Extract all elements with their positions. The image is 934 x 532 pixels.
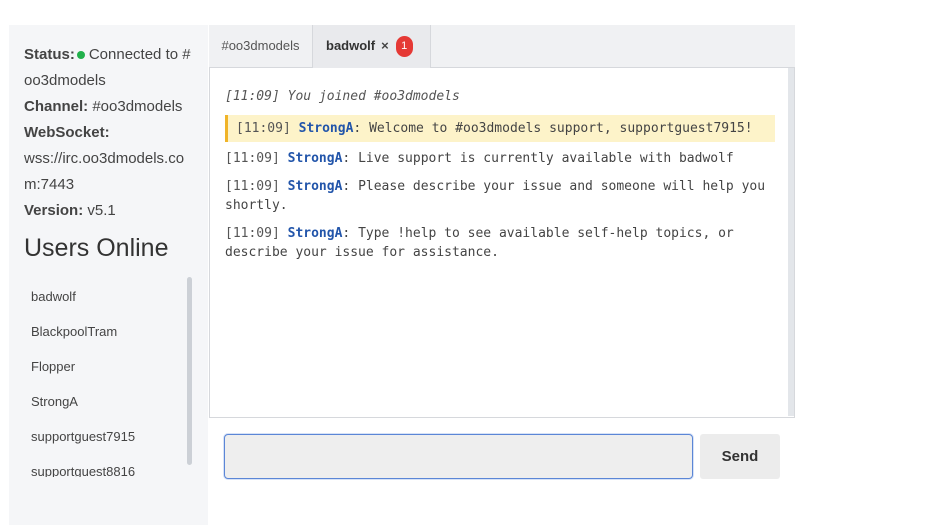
users-scrollbar[interactable] [187, 277, 192, 465]
status-online-icon [76, 50, 85, 59]
tab-bar: #oo3dmodels badwolf × 1 [209, 25, 795, 68]
users-online-title: Users Online [24, 234, 169, 262]
message-timestamp: [11:09] [225, 89, 280, 104]
message-nick[interactable]: StrongA [299, 121, 354, 136]
channel-label: Channel: [24, 98, 89, 115]
websocket-value: wss://irc.oo3dmodels.com:7443 [24, 150, 185, 193]
message: [11:09] StrongA: Type !help to see avail… [225, 224, 775, 262]
message: [11:09] StrongA: Please describe your is… [225, 177, 775, 215]
channel-row: Channel: #oo3dmodels [24, 94, 194, 120]
user-item[interactable]: BlackpoolTram [9, 314, 194, 349]
tab-label: #oo3dmodels [221, 38, 300, 53]
user-item[interactable]: StrongA [9, 384, 194, 419]
status-row: Status: Connected to #oo3dmodels [24, 42, 194, 94]
connection-info: Status: Connected to #oo3dmodels Channel:… [24, 42, 208, 224]
message-nick[interactable]: StrongA [288, 151, 343, 166]
channel-value: #oo3dmodels [92, 98, 183, 115]
message-text: You joined #oo3dmodels [287, 89, 460, 104]
users-list[interactable]: badwolf BlackpoolTram Flopper StrongA su… [9, 277, 194, 477]
version-row: Version: v5.1 [24, 198, 194, 224]
message-list: [11:09] You joined #oo3dmodels [11:09] S… [225, 87, 775, 271]
message-highlight: [11:09] StrongA: Welcome to #oo3dmodels … [225, 115, 775, 142]
chat-log[interactable]: [11:09] You joined #oo3dmodels [11:09] S… [209, 68, 795, 418]
websocket-label: WebSocket: [24, 124, 110, 141]
sidebar: Status: Connected to #oo3dmodels Channel:… [9, 25, 208, 525]
version-label: Version: [24, 202, 84, 219]
unread-badge: 1 [395, 36, 413, 58]
message-timestamp: [11:09] [225, 179, 280, 194]
message-input[interactable] [224, 434, 693, 479]
message-timestamp: [11:09] [225, 151, 280, 166]
status-label: Status: [24, 46, 75, 63]
tab-label: badwolf [326, 38, 376, 53]
user-item[interactable]: badwolf [9, 279, 194, 314]
user-item[interactable]: Flopper [9, 349, 194, 384]
message-system: [11:09] You joined #oo3dmodels [225, 87, 775, 106]
user-item[interactable]: supportguest8816 [9, 454, 194, 477]
message-timestamp: [11:09] [236, 121, 291, 136]
tab-oo3dmodels[interactable]: #oo3dmodels [209, 25, 313, 68]
message-text: : Live support is currently available wi… [342, 151, 734, 166]
message-nick[interactable]: StrongA [288, 179, 343, 194]
message: [11:09] StrongA: Live support is current… [225, 149, 775, 168]
tab-badwolf[interactable]: badwolf × 1 [313, 25, 431, 68]
message-timestamp: [11:09] [225, 226, 280, 241]
user-item[interactable]: supportguest7915 [9, 419, 194, 454]
message-nick[interactable]: StrongA [288, 226, 343, 241]
websocket-row: WebSocket: [24, 120, 194, 146]
version-value: v5.1 [87, 202, 116, 219]
send-button[interactable]: Send [700, 434, 780, 479]
close-icon[interactable]: × [381, 38, 389, 53]
chat-scrollbar[interactable] [788, 68, 794, 416]
message-text: : Welcome to #oo3dmodels support, suppor… [353, 121, 753, 136]
